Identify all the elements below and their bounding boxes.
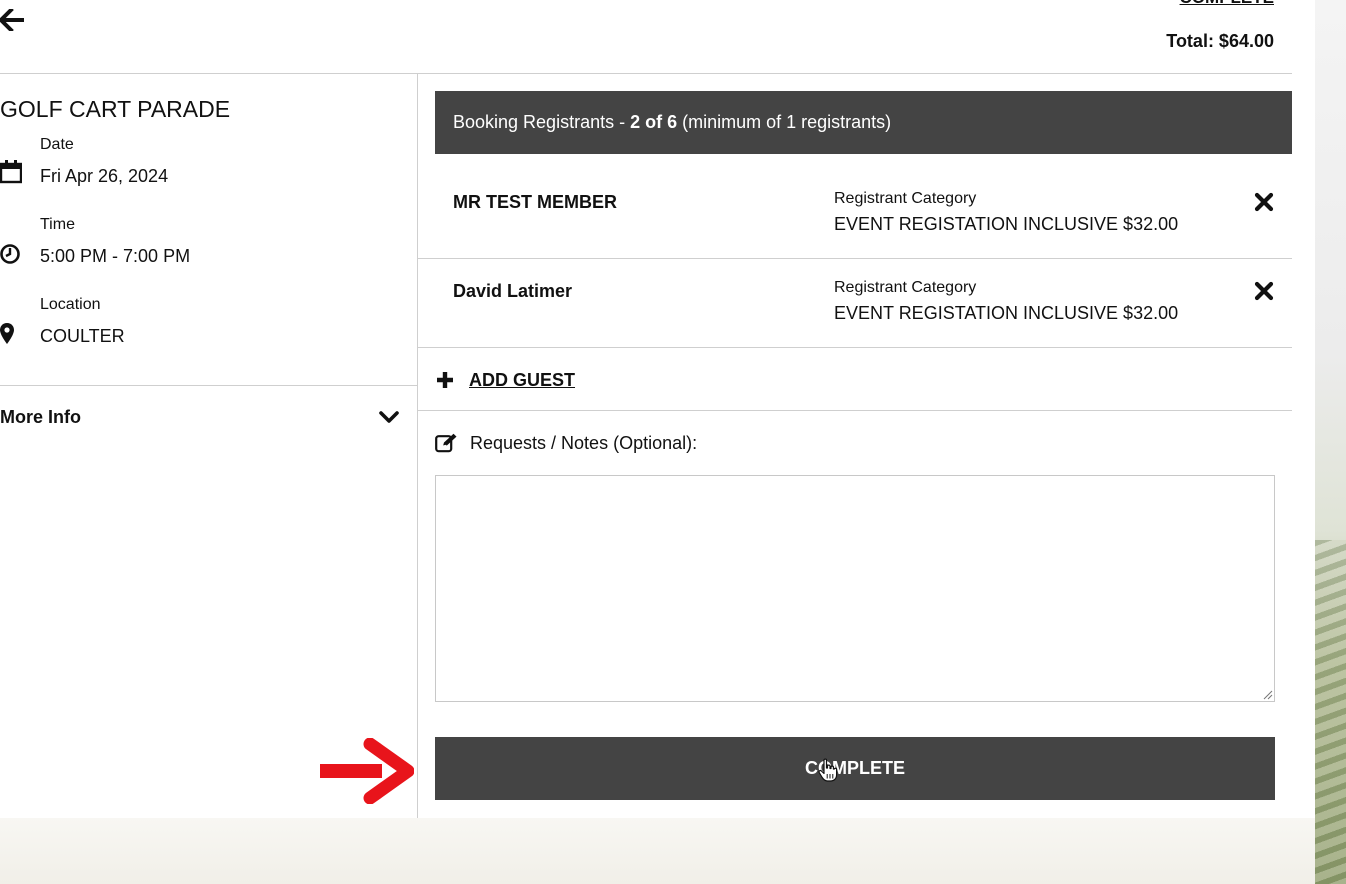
notes-textarea[interactable] (435, 475, 1275, 702)
more-info-toggle[interactable]: More Info (0, 400, 400, 434)
registrant-name: David Latimer (453, 281, 573, 301)
notes-label-row: Requests / Notes (Optional): (435, 431, 697, 455)
plus-icon (437, 372, 453, 388)
map-pin-icon (0, 323, 14, 344)
annotation-arrow-icon (320, 738, 414, 804)
order-total: Total: $64.00 (1166, 31, 1274, 51)
registrant-category-label: Registrant Category (834, 190, 977, 207)
registrants-header-prefix: Booking Registrants - (453, 112, 631, 132)
hand-cursor-icon (818, 758, 838, 782)
clock-icon (0, 244, 20, 264)
time-label: Time (40, 216, 75, 233)
notes-label: Requests / Notes (Optional): (470, 432, 698, 453)
add-guest-button[interactable]: ADD GUEST (435, 366, 575, 394)
calendar-icon (0, 160, 22, 184)
date-label: Date (40, 136, 74, 153)
remove-registrant-icon[interactable] (1254, 192, 1274, 212)
remove-registrant-icon[interactable] (1254, 281, 1274, 301)
chevron-down-icon (379, 411, 399, 423)
registrant-category-value: EVENT REGISTATION INCLUSIVE $32.00 (834, 303, 1179, 323)
registrants-header-suffix: (minimum of 1 registrants) (677, 112, 892, 132)
background-photo (1315, 0, 1346, 884)
registrant-name: MR TEST MEMBER (453, 192, 617, 212)
more-info-divider (0, 385, 417, 386)
complete-button[interactable]: COMPLETE (435, 737, 1275, 800)
registrant-row: MR TEST MEMBER Registrant Category EVENT… (418, 170, 1292, 259)
back-arrow-icon[interactable] (0, 8, 26, 32)
event-title: GOLF CART PARADE (0, 96, 231, 122)
page-footer-band (0, 818, 1315, 884)
registrants-count: 2 of 6 (630, 112, 678, 132)
add-guest-label: ADD GUEST (469, 369, 576, 390)
registrants-header: Booking Registrants - 2 of 6 (minimum of… (435, 91, 1292, 154)
date-value: Fri Apr 26, 2024 (40, 166, 169, 186)
registrant-row: David Latimer Registrant Category EVENT … (418, 259, 1292, 348)
resize-grip-icon[interactable] (1262, 689, 1273, 700)
header-divider (0, 73, 1292, 74)
edit-icon (435, 433, 457, 453)
registrant-category-label: Registrant Category (834, 279, 977, 296)
more-info-label: More Info (0, 406, 81, 427)
location-label: Location (40, 296, 101, 313)
time-value: 5:00 PM - 7:00 PM (40, 246, 191, 266)
top-complete-link[interactable]: COMPLETE (1180, 0, 1274, 8)
registrant-category-value: EVENT REGISTATION INCLUSIVE $32.00 (834, 214, 1179, 234)
arrow-left-icon (0, 9, 24, 31)
location-value: COULTER (40, 326, 125, 346)
notes-divider (418, 410, 1292, 411)
